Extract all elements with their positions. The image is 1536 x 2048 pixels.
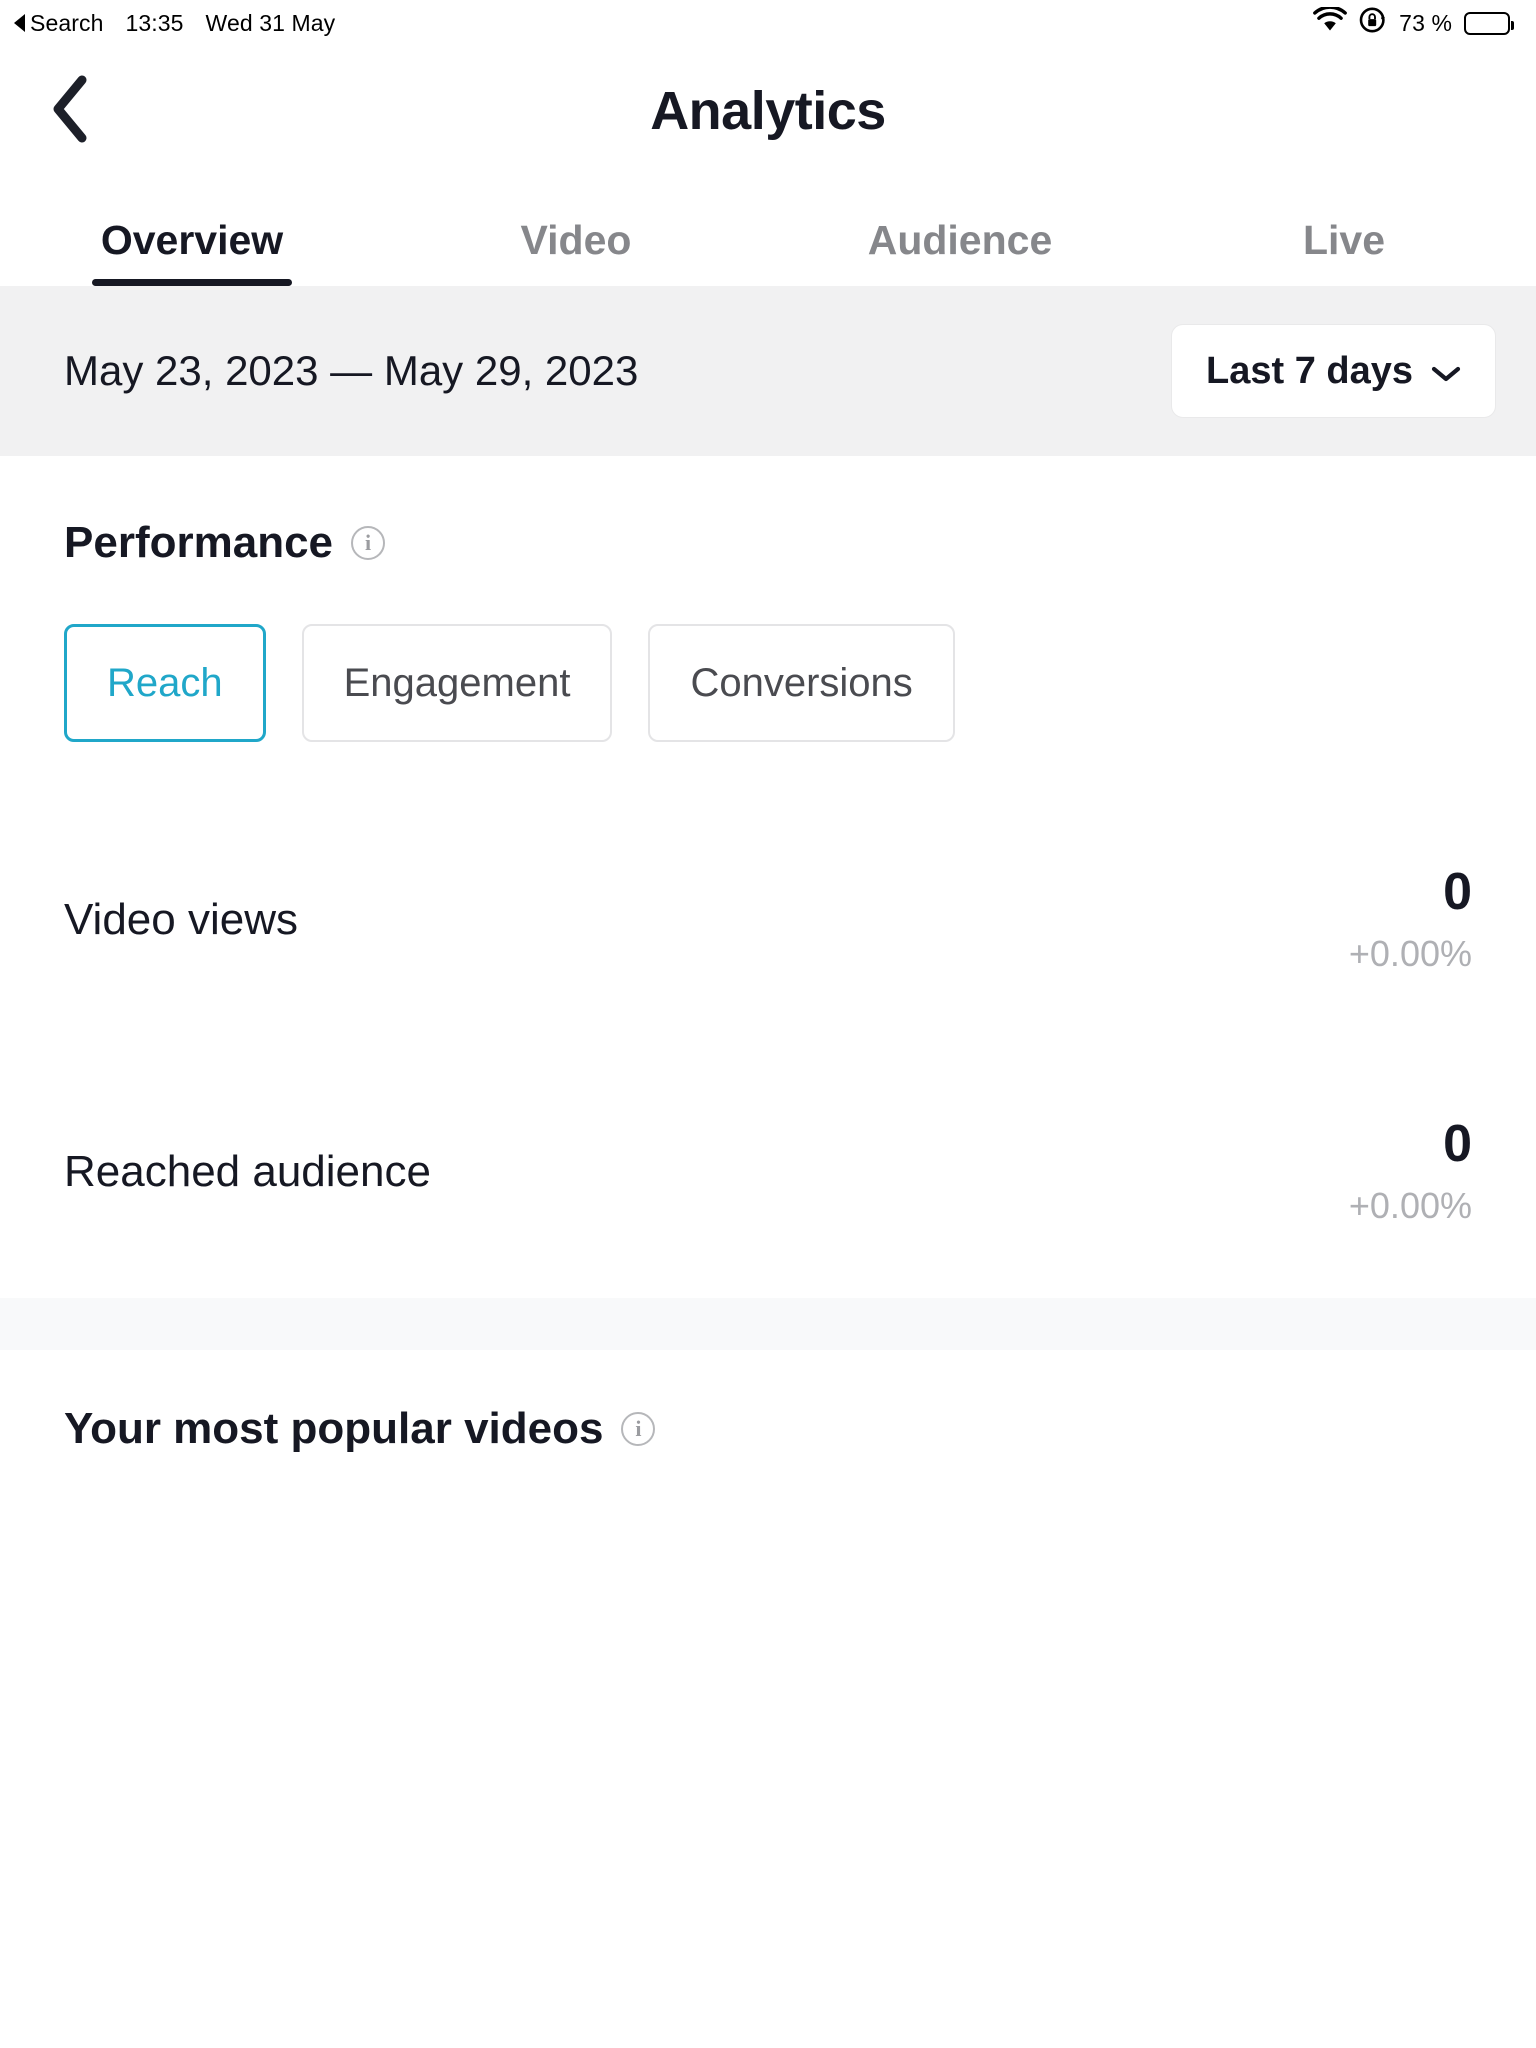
tab-live-label: Live [1302,217,1386,263]
status-bar: Search 13:35 Wed 31 May 73 % [0,0,1536,46]
info-icon[interactable]: i [621,1412,656,1446]
chevron-down-icon [1431,350,1461,393]
chip-reach[interactable]: Reach [64,624,266,742]
chip-conversions-label: Conversions [690,660,913,705]
metric-row[interactable]: Video views 0 +0.00% [64,794,1472,1046]
date-range-label: May 23, 2023 — May 29, 2023 [64,347,639,394]
chevron-left-icon [48,74,94,149]
chip-conversions[interactable]: Conversions [648,624,955,742]
wifi-icon [1313,5,1348,39]
tab-video-label: Video [520,217,632,263]
nav-bar: Analytics [0,46,1536,176]
tab-audience-label: Audience [867,217,1053,263]
back-triangle-icon[interactable] [14,14,25,32]
tab-overview-label: Overview [100,217,284,263]
metric-delta: +0.00% [1348,1185,1472,1227]
battery-percent-label: 73 % [1399,9,1452,36]
metric-delta: +0.00% [1348,933,1472,975]
analytics-screen: Search 13:35 Wed 31 May 73 % Analytics O… [0,0,1536,2048]
status-time: 13:35 [125,9,184,36]
chip-engagement[interactable]: Engagement [301,624,613,742]
performance-section: Performance i Reach Engagement Conversio… [0,456,1536,1298]
tab-bar: Overview Video Audience Live [0,176,1536,286]
tab-audience[interactable]: Audience [768,217,1152,286]
page-title: Analytics [650,81,886,141]
tab-video[interactable]: Video [384,217,768,286]
popular-videos-section: Your most popular videos i [0,1350,1536,1454]
status-bar-right: 73 % [1313,5,1514,40]
tab-active-indicator [92,279,292,286]
metric-values: 0 +0.00% [1349,865,1472,976]
rotation-lock-icon [1359,6,1387,40]
status-back-app-label[interactable]: Search [30,10,103,37]
performance-header: Performance i [64,456,1472,568]
metric-name: Video views [64,895,298,944]
date-range-selector-label: Last 7 days [1206,349,1413,392]
performance-filter-chips: Reach Engagement Conversions [64,624,1472,742]
metric-value: 0 [1443,1114,1472,1173]
metric-values: 0 +0.00% [1349,1117,1472,1228]
tab-live[interactable]: Live [1152,217,1536,286]
metric-name: Reached audience [64,1147,431,1196]
chip-engagement-label: Engagement [343,660,571,705]
metric-row[interactable]: Reached audience 0 +0.00% [64,1046,1472,1298]
date-range-bar: May 23, 2023 — May 29, 2023 Last 7 days [0,286,1536,456]
popular-videos-title: Your most popular videos [64,1404,604,1453]
battery-icon [1464,11,1514,35]
tab-overview[interactable]: Overview [0,217,384,286]
metric-list: Video views 0 +0.00% Reached audience 0 … [64,794,1472,1298]
metric-value: 0 [1443,862,1472,921]
status-bar-left: Search 13:35 Wed 31 May [14,10,335,37]
section-divider [0,1298,1536,1350]
info-icon[interactable]: i [351,526,386,560]
back-button[interactable] [48,74,108,149]
chip-reach-label: Reach [107,660,223,705]
status-date: Wed 31 May [205,9,336,36]
date-range-selector[interactable]: Last 7 days [1171,324,1496,418]
performance-title: Performance [64,518,334,567]
popular-videos-header: Your most popular videos i [64,1404,1472,1454]
